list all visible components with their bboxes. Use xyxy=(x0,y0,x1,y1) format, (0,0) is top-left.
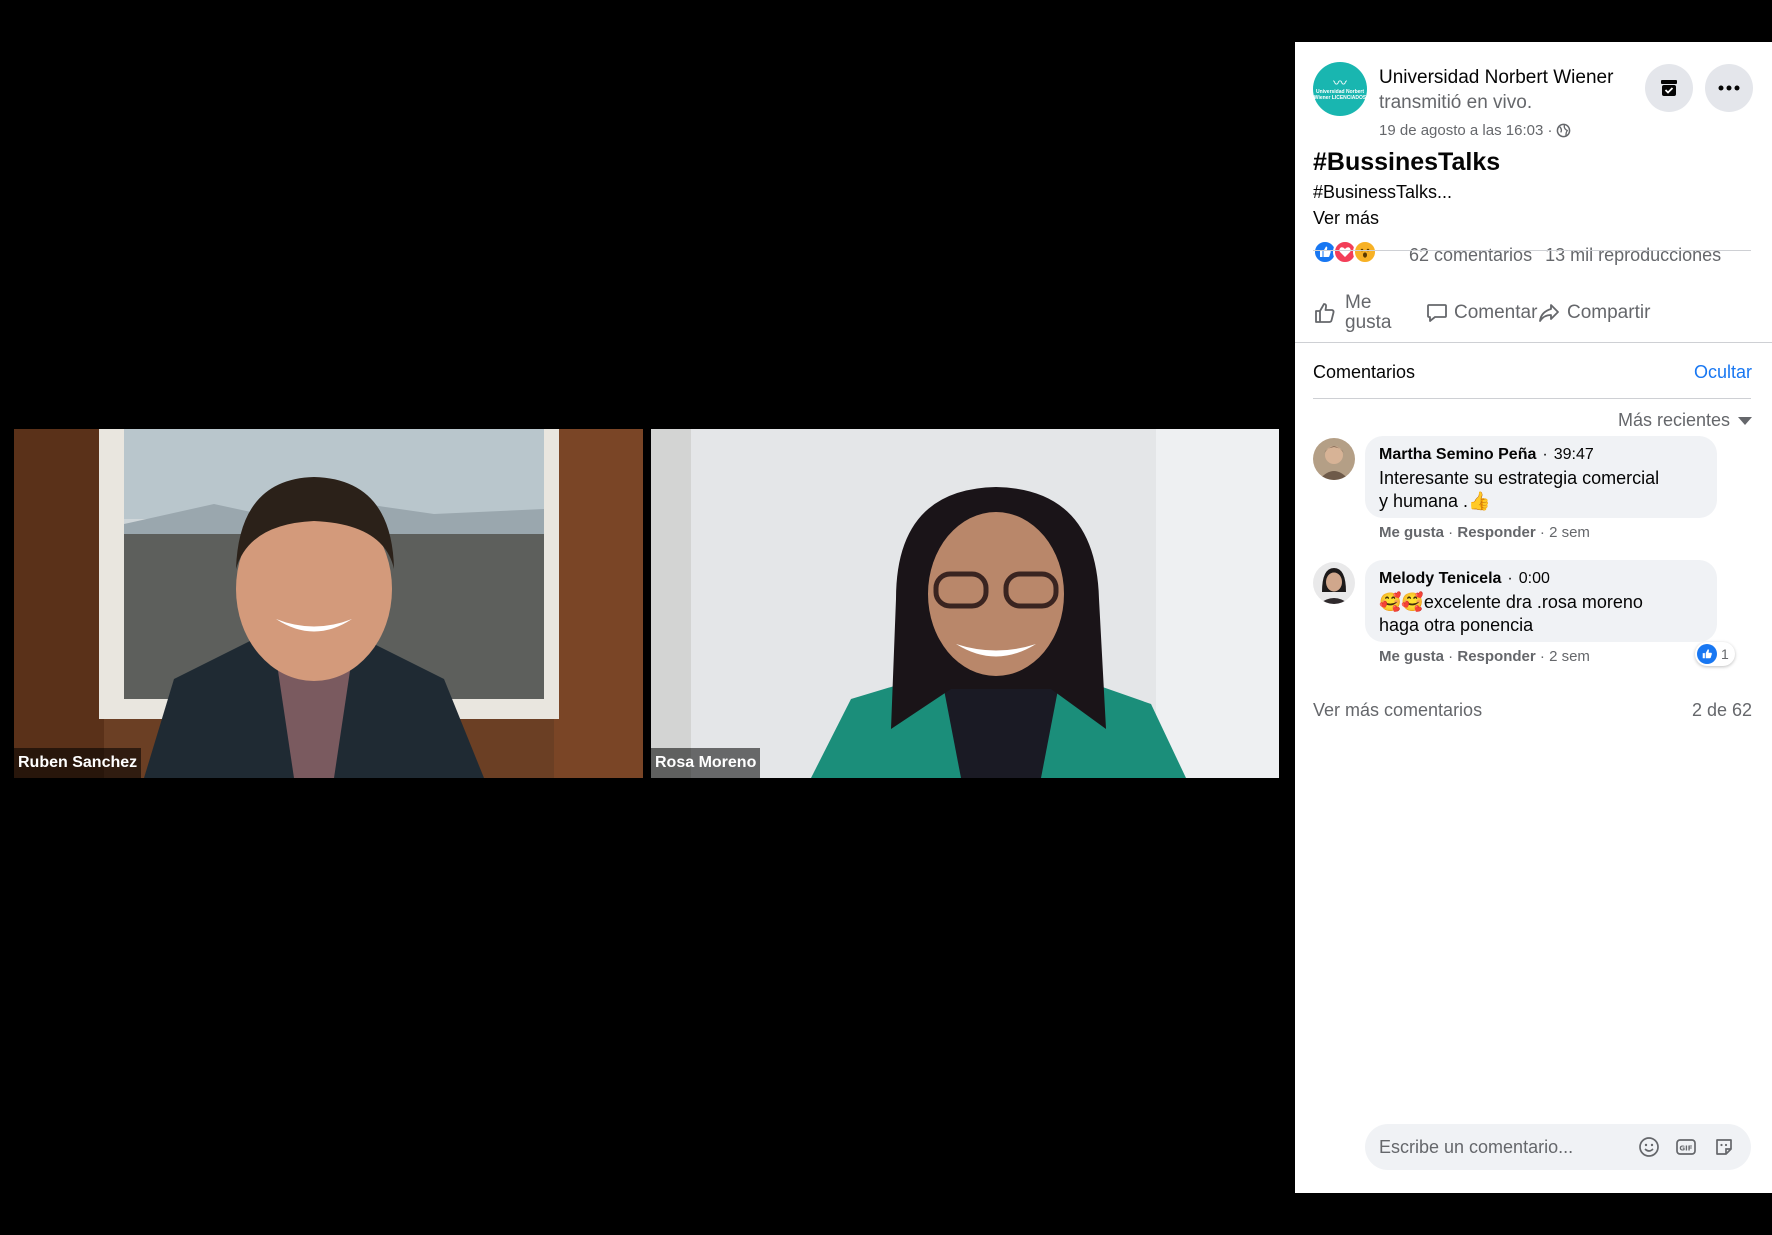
sticker-icon xyxy=(1716,1139,1732,1155)
comment-bubble: Martha Semino Peña · 39:47 Interesante s… xyxy=(1365,436,1717,518)
divider xyxy=(1313,250,1751,251)
comment-text-line2: haga otra ponencia xyxy=(1379,615,1534,635)
participant-name-label: Ruben Sanchez xyxy=(14,748,142,778)
comment-reaction-count[interactable]: 1 xyxy=(1695,642,1735,666)
logo-text: Universidad Norbert Wiener LICENCIADOS xyxy=(1313,89,1367,101)
page-name-link[interactable]: Universidad Norbert Wiener xyxy=(1379,67,1613,89)
like-label-line1: Me xyxy=(1345,292,1372,313)
comment-author-row: Melody Tenicela · 0:00 xyxy=(1379,570,1703,588)
divider xyxy=(1313,398,1751,399)
participant-video-ruben xyxy=(14,429,643,778)
comment-text-line1: Interesante su estrategia comercial xyxy=(1379,468,1660,488)
comment-video-time[interactable]: 39:47 xyxy=(1554,446,1594,464)
share-icon xyxy=(1539,304,1559,322)
post-body: #BusinessTalks... xyxy=(1313,182,1453,202)
share-button[interactable]: Compartir xyxy=(1537,289,1650,337)
comment-button[interactable]: Comentar xyxy=(1425,289,1537,337)
post-panel: 〰 Universidad Norbert Wiener LICENCIADOS… xyxy=(1295,42,1772,1193)
comment-author-row: Martha Semino Peña · 39:47 xyxy=(1379,446,1703,464)
wave-logo-icon: 〰 xyxy=(1333,75,1347,91)
like-button[interactable]: Me gusta xyxy=(1313,289,1391,337)
post-title: #BussinesTalks xyxy=(1313,148,1501,176)
comment-dot: · xyxy=(1507,570,1513,587)
comment-likes-number: 1 xyxy=(1721,646,1729,662)
comments-heading: Comentarios xyxy=(1313,362,1416,382)
comment-dot: · xyxy=(1542,446,1548,463)
like-icon xyxy=(1697,644,1717,664)
thumbs-up-icon xyxy=(1315,303,1335,323)
wow-icon xyxy=(1353,240,1377,264)
comment-author[interactable]: Melody Tenicela xyxy=(1379,570,1501,588)
save-icon xyxy=(1661,80,1677,96)
globe-icon xyxy=(1557,123,1571,138)
more-dots-icon xyxy=(1718,85,1740,91)
gif-icon: GIF xyxy=(1676,1139,1696,1155)
caret-down-icon xyxy=(1738,416,1752,425)
comments-count-link[interactable]: 62 comentarios xyxy=(1409,245,1532,265)
svg-text:GIF: GIF xyxy=(1679,1145,1692,1153)
views-count: 13 mil reproducciones xyxy=(1545,245,1722,265)
comments-count-indicator: 2 de 62 xyxy=(1691,700,1752,720)
live-video[interactable]: Ruben Sanchez Rosa Moreno xyxy=(0,0,1295,1235)
participant-video-rosa xyxy=(651,429,1279,778)
participant-name-label: Rosa Moreno xyxy=(651,748,761,778)
comment-meta: Me gusta · Responder · 2 sem xyxy=(1379,524,1590,541)
post-actions: Me gusta Comentar Compartir xyxy=(1313,289,1753,337)
comment-sort-dropdown[interactable]: Más recientes xyxy=(1618,410,1752,431)
post-stats: 62 comentarios 13 mil reproducciones xyxy=(1409,245,1729,266)
divider xyxy=(1295,342,1772,343)
view-more-comments-link[interactable]: Ver más comentarios xyxy=(1313,700,1482,721)
post-timestamp[interactable]: 19 de agosto a las 16:03 · xyxy=(1379,122,1571,139)
comment-like-link[interactable]: Me gusta xyxy=(1379,648,1444,665)
comment-text-line2: y humana .👍 xyxy=(1379,491,1491,511)
comment-composer: GIF xyxy=(1365,1124,1751,1170)
sticker-button[interactable] xyxy=(1712,1135,1736,1159)
screen: Ruben Sanchez Rosa Moreno 〰 Universidad … xyxy=(0,0,1772,1235)
avatar[interactable] xyxy=(1313,438,1355,480)
hide-comments-link[interactable]: Ocultar xyxy=(1694,362,1752,383)
save-post-button[interactable] xyxy=(1645,64,1693,112)
emoji-button[interactable] xyxy=(1637,1135,1661,1159)
comment-age[interactable]: 2 sem xyxy=(1549,648,1590,665)
comment-input[interactable] xyxy=(1379,1124,1629,1170)
participant-tile-rosa: Rosa Moreno xyxy=(651,429,1279,778)
comment-button-label: Comentar xyxy=(1454,302,1538,323)
more-options-button[interactable] xyxy=(1705,64,1753,112)
reaction-summary[interactable] xyxy=(1313,240,1377,264)
comment-age[interactable]: 2 sem xyxy=(1549,524,1590,541)
comment-like-link[interactable]: Me gusta xyxy=(1379,524,1444,541)
avatar[interactable] xyxy=(1313,562,1355,604)
comment-icon xyxy=(1427,304,1447,322)
share-button-label: Compartir xyxy=(1567,302,1651,323)
emoji-icon xyxy=(1639,1137,1659,1157)
sort-label: Más recientes xyxy=(1617,410,1730,430)
comment-text-line1: 🥰🥰excelente dra .rosa moreno xyxy=(1379,592,1643,612)
comment-bubble: Melody Tenicela · 0:00 🥰🥰excelente dra .… xyxy=(1365,560,1717,642)
page-avatar[interactable]: 〰 Universidad Norbert Wiener LICENCIADOS xyxy=(1313,62,1367,116)
like-button-label: Me gusta xyxy=(1345,293,1391,333)
comment-reply-link[interactable]: Responder xyxy=(1457,524,1535,541)
comment-meta: Me gusta · Responder · 2 sem xyxy=(1379,648,1590,665)
gif-button[interactable]: GIF xyxy=(1674,1135,1698,1159)
participant-tile-ruben: Ruben Sanchez xyxy=(14,429,643,778)
post-date-text: 19 de agosto a las 16:03 · xyxy=(1379,122,1553,139)
comment-author[interactable]: Martha Semino Peña xyxy=(1379,446,1536,464)
live-status-text: transmitió en vivo. xyxy=(1379,92,1533,113)
see-more-link[interactable]: Ver más xyxy=(1313,208,1379,229)
comment-reply-link[interactable]: Responder xyxy=(1457,648,1535,665)
comment-video-time[interactable]: 0:00 xyxy=(1519,570,1550,588)
like-label-line2: gusta xyxy=(1345,312,1392,333)
